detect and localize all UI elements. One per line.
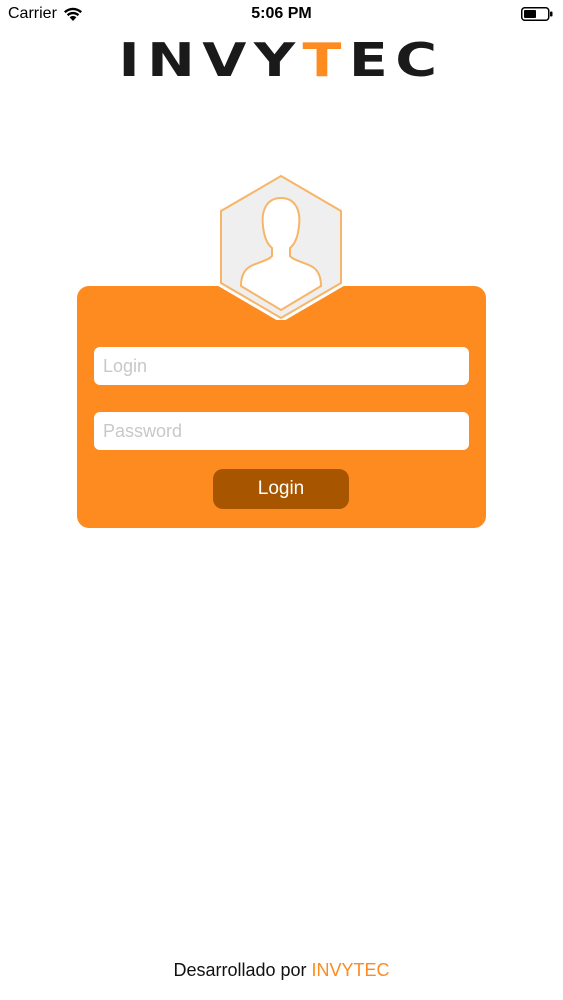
svg-text:INVYTEC: INVY T EC (119, 38, 445, 82)
invytec-logo: INVY T EC (119, 38, 445, 82)
footer-brand: INVYTEC (311, 960, 390, 980)
login-button[interactable]: Login (213, 469, 349, 509)
logo-text-part2: EC (349, 38, 445, 82)
avatar-hexagon (217, 174, 345, 320)
password-input[interactable] (94, 412, 469, 450)
status-bar: Carrier 5:06 PM (0, 0, 563, 28)
footer-prefix: Desarrollado por (173, 960, 312, 980)
footer-credit: Desarrollado por INVYTEC (0, 960, 563, 981)
logo-text-part1: INVY (119, 38, 303, 82)
battery-icon (521, 7, 553, 21)
login-card: Login (77, 286, 486, 528)
logo-text-accent: T (303, 38, 349, 82)
login-input[interactable] (94, 347, 469, 385)
status-time: 5:06 PM (251, 5, 312, 22)
